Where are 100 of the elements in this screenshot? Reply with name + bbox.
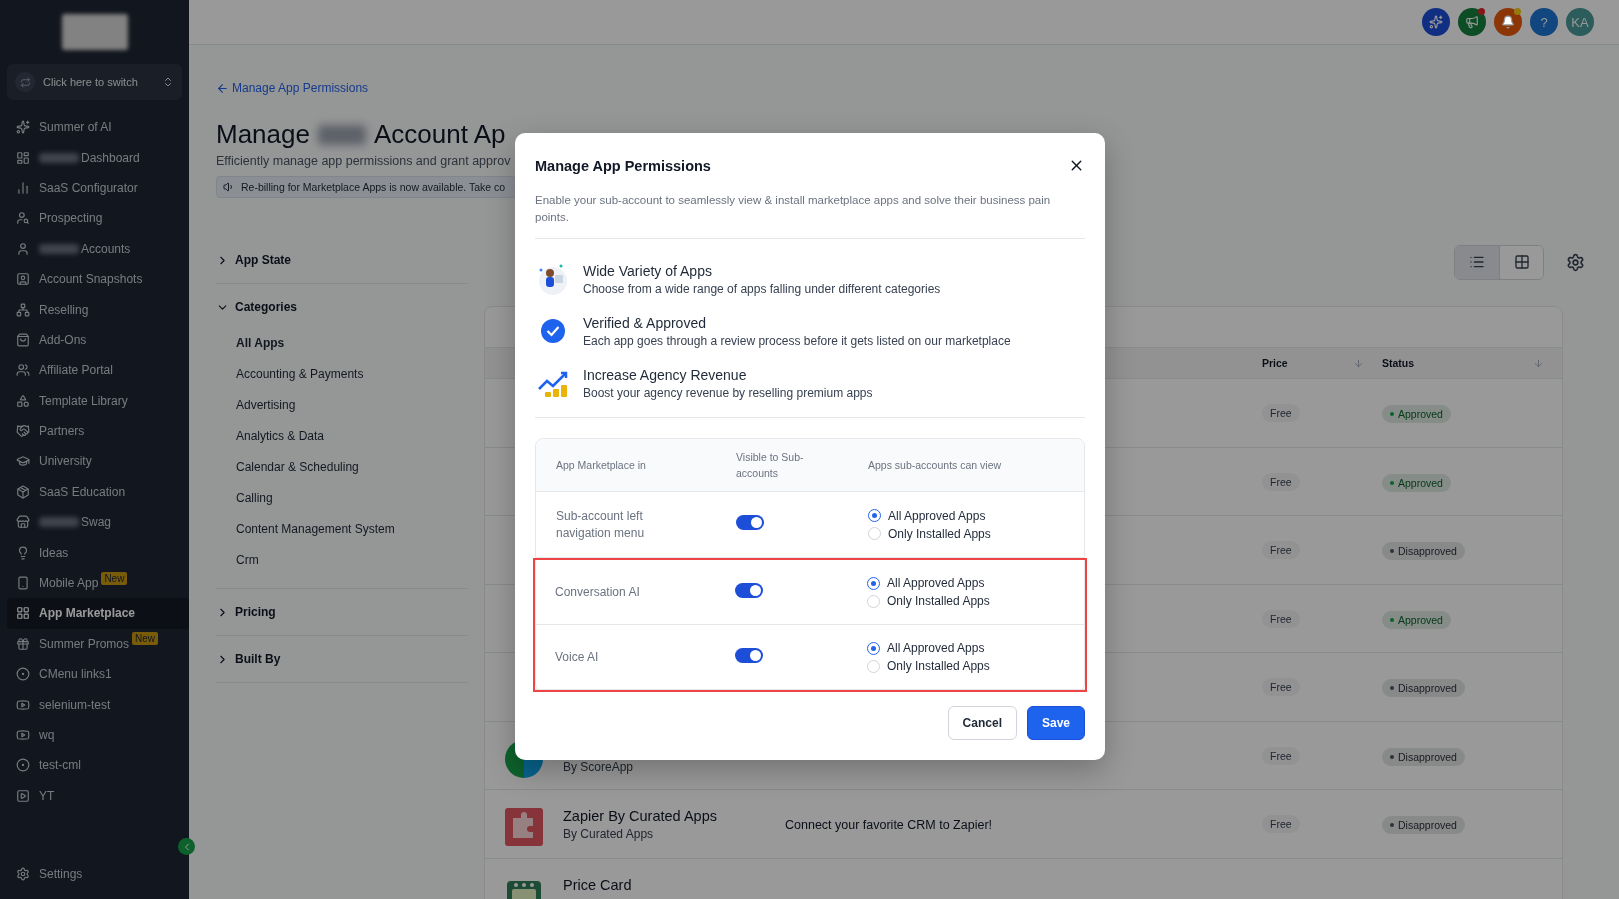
category-item[interactable]: Crm	[216, 545, 468, 576]
list-view-button[interactable]	[1455, 245, 1499, 279]
sidebar-item[interactable]: Dashboard	[7, 142, 182, 173]
filter-section-header[interactable]: Pricing	[216, 601, 276, 623]
save-button[interactable]: Save	[1026, 706, 1085, 740]
sidebar-item[interactable]: test-cml	[7, 750, 182, 781]
radio-option[interactable]: Only Installed Apps	[867, 594, 1085, 608]
header-button[interactable]: KA	[1566, 8, 1594, 36]
filter-section-header[interactable]: Categories	[216, 296, 298, 318]
sidebar-item[interactable]: wq	[7, 719, 182, 751]
filter-section-header[interactable]: Built By	[216, 648, 281, 670]
back-link[interactable]: Manage App Permissions	[216, 81, 369, 95]
category-item[interactable]: Calendar & Scheduling	[216, 452, 468, 483]
feature-title: Wide Variety of Apps	[583, 262, 713, 279]
sidebar-item[interactable]: CMenu links1	[7, 659, 182, 690]
megaphone-icon	[1465, 15, 1479, 29]
sidebar-item[interactable]: Prospecting	[7, 203, 182, 234]
nav-icon	[16, 211, 30, 226]
radio-button[interactable]	[867, 641, 880, 655]
sidebar-item[interactable]: Add-Ons	[7, 324, 182, 356]
radio-option[interactable]: All Approved Apps	[868, 508, 1084, 523]
sidebar-item[interactable]: App Marketplace	[7, 598, 189, 629]
sidebar-item[interactable]: Template Library	[7, 385, 182, 416]
nav-icon	[16, 515, 30, 530]
sidebar-item[interactable]: Ideas	[7, 537, 182, 568]
sidebar-item[interactable]: Accounts	[7, 233, 182, 264]
sidebar-item[interactable]: Summer Promos New	[7, 628, 182, 660]
nav-icon	[16, 545, 30, 560]
category-item[interactable]: Advertising	[216, 390, 468, 421]
filter-section-header[interactable]: App State	[216, 249, 291, 271]
sidebar-item[interactable]: YT	[7, 780, 182, 811]
settings-icon	[1566, 252, 1585, 272]
blurred-logo	[61, 14, 128, 50]
sidebar-item[interactable]: Affiliate Portal	[7, 355, 182, 386]
collapse-button[interactable]	[178, 838, 195, 855]
column-header[interactable]: Price	[1262, 357, 1288, 369]
price-tag: Free	[1262, 746, 1300, 765]
sidebar-item[interactable]: Partners	[7, 415, 182, 447]
radio-option[interactable]: Only Installed Apps	[867, 659, 1085, 673]
visibility-toggle[interactable]	[736, 515, 764, 530]
nav-icon	[16, 728, 30, 742]
info-banner: Re-billing for Marketplace Apps is now available. Take co	[216, 176, 516, 198]
visibility-toggle[interactable]	[735, 647, 763, 663]
nav-icon	[16, 180, 30, 195]
app-description: Connect your favorite CRM to Zapier!	[785, 817, 993, 832]
nav-icon	[16, 606, 30, 621]
sidebar-item[interactable]: SaaS Configurator	[7, 172, 182, 204]
sidebar-item[interactable]: SaaS Education	[7, 476, 182, 508]
header-button[interactable]	[1422, 8, 1450, 36]
row-label: Conversation AI	[555, 583, 641, 601]
category-item[interactable]: Content Management System	[216, 514, 468, 545]
nav-icon	[16, 697, 30, 712]
feature-text: Choose from a wide range of apps falling under different categories	[583, 281, 941, 296]
visibility-toggle[interactable]	[735, 582, 763, 598]
radio-label: All Approved Apps	[888, 508, 986, 523]
header-button[interactable]	[1458, 8, 1486, 36]
list-icon	[1469, 254, 1485, 270]
row-label: Sub-account left navigation menu	[556, 507, 646, 542]
category-item[interactable]: All Apps	[216, 328, 468, 359]
nav-icon	[16, 576, 30, 591]
radio-label: All Approved Apps	[887, 576, 985, 590]
arrow-left-icon	[216, 81, 229, 95]
sidebar-item[interactable]: Swag	[7, 507, 182, 538]
category-item[interactable]: Accounting & Payments	[216, 359, 468, 390]
nav-icon	[16, 788, 30, 803]
new-badge: New	[132, 632, 159, 646]
radio-option[interactable]: All Approved Apps	[867, 641, 1085, 655]
page-subtitle: Efficiently manage app permissions and grant approv	[216, 154, 511, 168]
header-button[interactable]: ?	[1530, 8, 1558, 36]
sidebar-item[interactable]: Account Snapshots	[7, 263, 182, 295]
cancel-button[interactable]: Cancel	[947, 706, 1017, 740]
nav-icon	[16, 667, 30, 682]
sidebar-item[interactable]: selenium-test	[7, 689, 182, 720]
column-header[interactable]: Status	[1382, 357, 1415, 369]
nav-icon	[16, 454, 30, 469]
category-item[interactable]: Analytics & Data	[216, 421, 468, 452]
feature-title: Verified & Approved	[583, 314, 707, 331]
header-button[interactable]	[1494, 8, 1522, 36]
settings-button[interactable]	[1566, 252, 1585, 272]
category-item[interactable]: Calling	[216, 483, 468, 514]
nav-icon	[16, 120, 30, 135]
grid-view-button[interactable]	[1499, 245, 1543, 279]
feature-title: Increase Agency Revenue	[583, 366, 748, 383]
radio-option[interactable]: All Approved Apps	[867, 576, 1085, 590]
radio-label: All Approved Apps	[887, 641, 985, 655]
nav-icon	[16, 484, 30, 499]
blurred-text	[317, 124, 366, 145]
radio-button[interactable]	[867, 576, 880, 590]
sidebar-item[interactable]: University	[7, 446, 182, 477]
sidebar-item[interactable]: Mobile App New	[7, 567, 182, 599]
radio-option[interactable]: Only Installed Apps	[868, 526, 1084, 541]
speaker-icon	[223, 181, 235, 193]
account-switcher[interactable]: Click here to switch	[7, 64, 182, 100]
price-tag: Free	[1262, 678, 1300, 697]
settings-item[interactable]: Settings	[7, 858, 182, 889]
price-tag: Free	[1262, 541, 1300, 560]
radio-button[interactable]	[868, 509, 881, 522]
sidebar-item[interactable]: Reselling	[7, 294, 182, 325]
column-header: Visible to Sub-accounts	[736, 450, 805, 481]
sidebar-item[interactable]: Summer of AI	[7, 112, 182, 143]
